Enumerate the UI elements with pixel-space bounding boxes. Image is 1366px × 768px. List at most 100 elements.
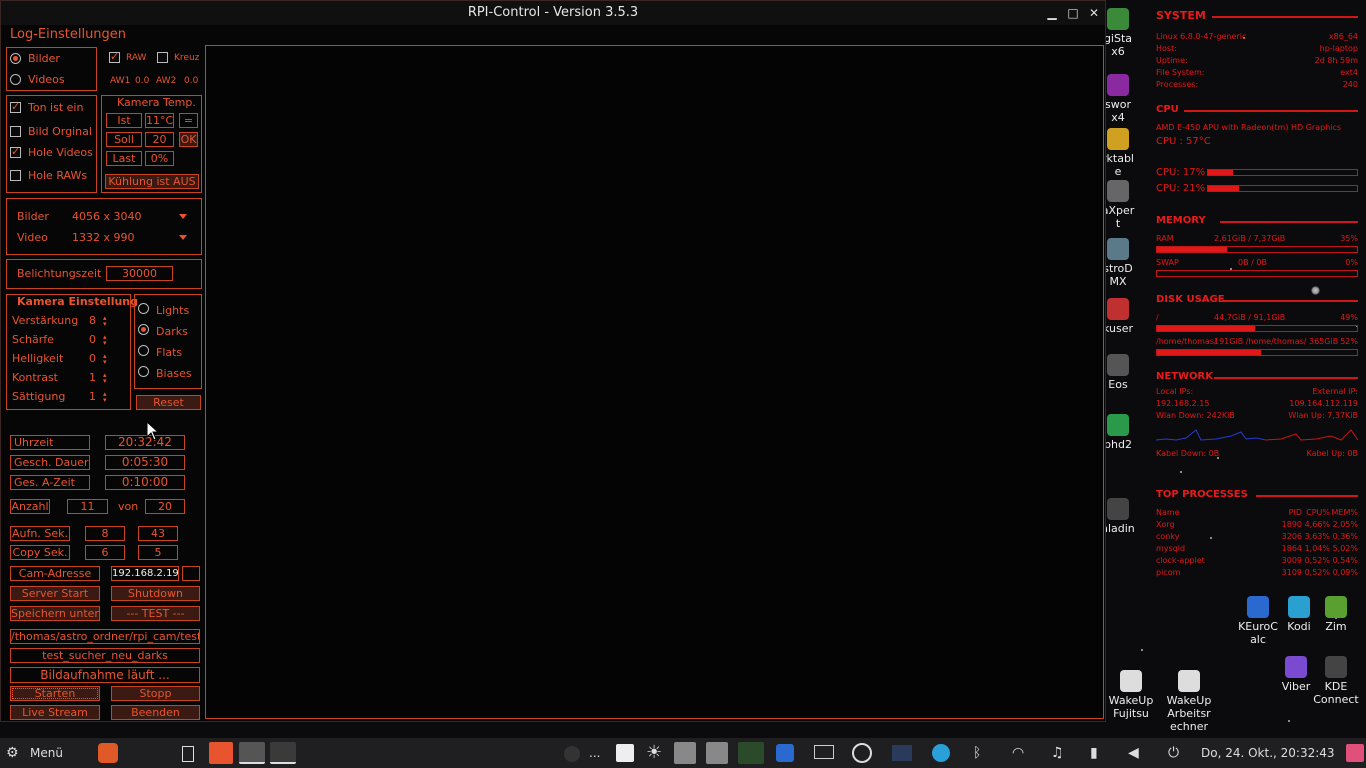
xbox-icon[interactable] (852, 743, 872, 763)
maximize-icon[interactable]: □ (1064, 4, 1082, 22)
top-process-cell: mysqld (1156, 544, 1186, 553)
accessibility-icon[interactable] (776, 744, 794, 762)
top-col-header: Name (1156, 508, 1180, 517)
wifi-icon[interactable]: ◠ (1012, 742, 1024, 764)
minimize-icon[interactable]: ▁ (1043, 4, 1061, 22)
desktop-icon[interactable]: KDE Connect (1310, 656, 1362, 706)
frame-type-radio-lights[interactable] (138, 303, 149, 314)
close-icon[interactable]: ✕ (1085, 4, 1103, 22)
live-stream-button[interactable]: Live Stream (10, 705, 100, 720)
aufn-label: Aufn. Sek. (10, 526, 70, 541)
spinner-icon[interactable]: ▴ ▾ (103, 372, 107, 385)
camera-setting-value[interactable]: 1 (89, 371, 96, 384)
stop-button[interactable]: Stopp (111, 686, 200, 701)
reset-button[interactable]: Reset (136, 395, 201, 410)
server-start-button[interactable]: Server Start (10, 586, 100, 601)
camera-setting-value[interactable]: 0 (89, 352, 96, 365)
power-icon[interactable]: ⏻ (1168, 742, 1179, 764)
telegram-icon[interactable] (932, 744, 950, 762)
quit-button[interactable]: Beenden (111, 705, 200, 720)
kreuz-checkbox[interactable] (157, 52, 168, 63)
desktop-icon[interactable]: WakeUp Arbeitsr echner (1163, 670, 1215, 733)
spinner-icon[interactable]: ▴ ▾ (103, 391, 107, 404)
notification-icon[interactable]: ♫ (1051, 742, 1064, 764)
spinner-icon[interactable]: ▴ ▾ (103, 334, 107, 347)
conky-cpu2: CPU: 21% (1156, 183, 1206, 194)
tray-camera-icon[interactable] (564, 746, 580, 762)
clock[interactable]: Do, 24. Okt., 20:32:43 (1201, 742, 1335, 764)
tray-overflow[interactable]: ... (589, 742, 600, 764)
cooling-toggle-button[interactable]: Kühlung ist AUS (105, 174, 199, 189)
chevron-down-icon[interactable] (179, 235, 187, 240)
camera-setting-value[interactable]: 1 (89, 390, 96, 403)
option-checkbox-1[interactable] (10, 126, 21, 137)
conky-disk1-bar (1156, 325, 1358, 332)
shutdown-button[interactable]: Shutdown (111, 586, 200, 601)
top-process-cell: 3009 (1281, 556, 1302, 565)
brightness-icon[interactable]: ☀ (646, 742, 662, 764)
aw2-label: AW2 (156, 76, 177, 86)
cam-connect-button[interactable] (182, 566, 200, 581)
menu-button[interactable]: Menü (30, 742, 63, 764)
aw2-value: 0.0 (184, 76, 199, 86)
path-field[interactable]: /thomas/astro_ordner/rpi_cam/test_s (10, 629, 200, 644)
conky-kabel-down: Kabel Down: 0B (1156, 449, 1220, 458)
radio-bilder[interactable] (10, 53, 21, 64)
tray-window-1[interactable] (674, 742, 696, 764)
desktop-icon[interactable]: Zim (1310, 596, 1362, 633)
save-under-button[interactable]: Speichern unter.. (10, 606, 100, 621)
raw-checkbox[interactable] (109, 50, 120, 63)
camera-setting-value[interactable]: 8 (89, 314, 96, 327)
camera-setting-value[interactable]: 0 (89, 333, 96, 346)
camera-setting-label: Helligkeit (12, 352, 64, 365)
volume-icon[interactable]: ◀ (1128, 742, 1139, 764)
app-icon (1107, 354, 1129, 376)
app-icon (1178, 670, 1200, 692)
menu-icon[interactable]: ⚙ (6, 742, 19, 764)
res-video-select[interactable]: 1332 x 990 (72, 231, 135, 244)
bluetooth-icon[interactable]: ᛒ (973, 742, 981, 764)
task-camera-app[interactable] (209, 742, 233, 764)
battery-icon[interactable]: ▮ (1090, 742, 1098, 764)
brave-browser-icon[interactable] (98, 743, 118, 763)
temp-ok-button[interactable]: OK (179, 132, 198, 147)
tray-folder-icon[interactable] (738, 742, 764, 764)
cam-address-input[interactable]: 192.168.2.19 (111, 566, 179, 581)
conky-ram-pct: 35% (1340, 234, 1358, 243)
radio-videos[interactable] (10, 74, 21, 85)
chevron-down-icon[interactable] (179, 214, 187, 219)
tray-app-icon[interactable] (616, 744, 634, 762)
von-input[interactable]: 20 (145, 499, 185, 514)
frame-type-radio-flats[interactable] (138, 345, 149, 356)
temp-soll-input[interactable]: 20 (145, 132, 174, 147)
temp-equals-button[interactable]: = (179, 113, 198, 128)
frame-type-radio-darks[interactable] (138, 324, 149, 335)
conky-cpu1: CPU: 17% (1156, 167, 1206, 178)
start-button[interactable]: Starten (10, 686, 100, 701)
display-icon[interactable] (814, 745, 834, 759)
test-button[interactable]: --- TEST --- (111, 606, 200, 621)
terminal-icon[interactable] (892, 745, 912, 761)
conky-host-label: Host: (1156, 44, 1177, 53)
resolution-group (6, 198, 202, 255)
folder-field[interactable]: test_sucher_neu_darks (10, 648, 200, 663)
task-clock-app[interactable] (239, 742, 265, 764)
top-process-cell: 3109 (1281, 568, 1302, 577)
rpi-control-window: RPI-Control - Version 3.5.3 ▁ □ ✕ Log-Ei… (0, 0, 1106, 722)
option-checkbox-2[interactable] (10, 145, 21, 158)
frame-type-radio-biases[interactable] (138, 366, 149, 377)
tray-folder-pink-icon[interactable] (1346, 744, 1364, 762)
top-process-cell: 0,52% (1304, 556, 1330, 565)
camera-setting-label: Kontrast (12, 371, 58, 384)
desktop-icon[interactable]: WakeUp Fujitsu (1105, 670, 1157, 720)
task-file-manager[interactable] (270, 742, 296, 764)
res-bilder-select[interactable]: 4056 x 3040 (72, 210, 142, 223)
option-checkbox-3[interactable] (10, 170, 21, 181)
show-desktop-icon[interactable] (182, 746, 194, 762)
exposure-input[interactable]: 30000 (106, 266, 173, 281)
spinner-icon[interactable]: ▴ ▾ (103, 315, 107, 328)
camera-setting-label: Verstärkung (12, 314, 79, 327)
spinner-icon[interactable]: ▴ ▾ (103, 353, 107, 366)
option-checkbox-0[interactable] (10, 100, 21, 113)
tray-window-2[interactable] (706, 742, 728, 764)
